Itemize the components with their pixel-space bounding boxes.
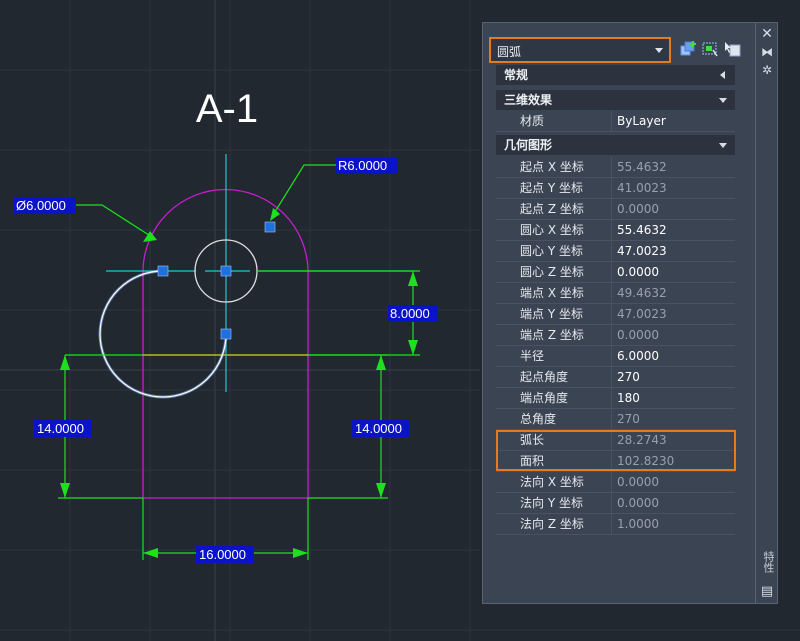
dim-right-height-text[interactable]: 14.0000 — [355, 421, 402, 436]
selected-arc[interactable] — [98, 269, 228, 399]
property-row[interactable]: 起点 Z 坐标 0.0000 — [496, 199, 735, 220]
property-row[interactable]: 材质 ByLayer — [496, 111, 735, 132]
dim-left-height-text[interactable]: 14.0000 — [37, 421, 84, 436]
palette-title: 特性 — [762, 551, 775, 573]
property-value[interactable]: 47.0023 — [613, 241, 735, 261]
property-value: 41.0023 — [613, 178, 735, 198]
palette-icon[interactable]: ▤ — [756, 585, 778, 599]
property-row[interactable]: 起点角度 270 — [496, 367, 735, 388]
property-value: 49.4632 — [613, 283, 735, 303]
dim-radius-text[interactable]: R6.0000 — [338, 158, 387, 173]
palette-title-strip: ✕ ⧓ ✲ 特性 ▤ — [756, 22, 778, 604]
property-label: 起点 Y 坐标 — [496, 178, 612, 198]
category-general[interactable]: 常规 — [496, 65, 735, 85]
grip-mid[interactable] — [264, 221, 276, 233]
object-type-value: 圆弧 — [497, 45, 522, 59]
property-label: 半径 — [496, 346, 612, 366]
property-value: 0.0000 — [613, 325, 735, 345]
property-label: 起点 Z 坐标 — [496, 199, 612, 219]
close-icon[interactable]: ✕ — [756, 27, 778, 41]
grips[interactable] — [157, 221, 276, 340]
quick-select-icon[interactable] — [701, 40, 719, 58]
property-row[interactable]: 端点角度 180 — [496, 388, 735, 409]
object-type-dropdown[interactable]: 圆弧 — [489, 37, 671, 63]
add-to-selection-icon[interactable] — [679, 40, 697, 58]
property-label: 圆心 Z 坐标 — [496, 262, 612, 282]
property-row[interactable]: 半径 6.0000 — [496, 346, 735, 367]
property-row[interactable]: 弧长 28.2743 — [496, 430, 735, 451]
property-label: 圆心 X 坐标 — [496, 220, 612, 240]
property-value[interactable]: 0.0000 — [613, 262, 735, 282]
property-value[interactable]: 55.4632 — [613, 220, 735, 240]
dimension-lines[interactable] — [58, 164, 420, 560]
property-label: 起点角度 — [496, 367, 612, 387]
property-label: 圆心 Y 坐标 — [496, 241, 612, 261]
category-geometry-label: 几何图形 — [504, 138, 553, 152]
property-row[interactable]: 起点 X 坐标 55.4632 — [496, 157, 735, 178]
dim-vertical-top-text[interactable]: 8.0000 — [390, 306, 430, 321]
category-general-label: 常规 — [504, 68, 529, 82]
property-value: 28.2743 — [613, 430, 735, 450]
property-label: 法向 X 坐标 — [496, 472, 612, 492]
property-label: 材质 — [496, 111, 612, 131]
property-label: 端点 Y 坐标 — [496, 304, 612, 324]
property-value[interactable]: 6.0000 — [613, 346, 735, 366]
property-label: 端点角度 — [496, 388, 612, 408]
properties-palette[interactable]: 圆弧 常规 三维效果 材质 ByLayer 几何图形 起点 X 坐标 55.4632… — [482, 22, 756, 604]
chevron-left-icon — [720, 71, 725, 79]
property-value: 0.0000 — [613, 472, 735, 492]
category-3d-effects[interactable]: 三维效果 — [496, 90, 735, 110]
property-label: 端点 Z 坐标 — [496, 325, 612, 345]
property-row[interactable]: 总角度 270 — [496, 409, 735, 430]
property-value: 0.0000 — [613, 199, 735, 219]
toggle-pickadd-icon[interactable] — [723, 40, 741, 58]
property-label: 法向 Z 坐标 — [496, 514, 612, 534]
property-value[interactable]: ByLayer — [613, 111, 735, 131]
property-label: 面积 — [496, 451, 612, 471]
property-value: 1.0000 — [613, 514, 735, 534]
dim-width-text[interactable]: 16.0000 — [199, 547, 246, 562]
properties-menu-icon[interactable]: ✲ — [756, 63, 778, 77]
property-value: 102.8230 — [613, 451, 735, 471]
property-row[interactable]: 法向 Y 坐标 0.0000 — [496, 493, 735, 514]
grip-end[interactable] — [157, 265, 169, 277]
grip-start[interactable] — [220, 328, 232, 340]
drawing-title: A-1 — [196, 87, 258, 131]
property-row[interactable]: 端点 Y 坐标 47.0023 — [496, 304, 735, 325]
property-row[interactable]: 端点 Z 坐标 0.0000 — [496, 325, 735, 346]
chevron-down-icon — [719, 143, 727, 148]
property-row[interactable]: 圆心 Y 坐标 47.0023 — [496, 241, 735, 262]
dimension-arrows — [60, 208, 418, 558]
property-row[interactable]: 端点 X 坐标 49.4632 — [496, 283, 735, 304]
property-value[interactable]: 180 — [613, 388, 735, 408]
property-value: 55.4632 — [613, 157, 735, 177]
property-row[interactable]: 起点 Y 坐标 41.0023 — [496, 178, 735, 199]
property-value: 0.0000 — [613, 493, 735, 513]
property-row[interactable]: 法向 Z 坐标 1.0000 — [496, 514, 735, 535]
auto-hide-icon[interactable]: ⧓ — [756, 45, 778, 59]
chevron-down-icon — [655, 48, 663, 53]
property-label: 总角度 — [496, 409, 612, 429]
dim-diameter-text[interactable]: Ø6.0000 — [16, 198, 66, 213]
category-geometry[interactable]: 几何图形 — [496, 135, 735, 155]
property-row[interactable]: 法向 X 坐标 0.0000 — [496, 472, 735, 493]
property-label: 法向 Y 坐标 — [496, 493, 612, 513]
category-3d-effects-label: 三维效果 — [504, 93, 553, 107]
property-label: 起点 X 坐标 — [496, 157, 612, 177]
grip-center[interactable] — [220, 265, 232, 277]
property-label: 弧长 — [496, 430, 612, 450]
property-value[interactable]: 270 — [613, 367, 735, 387]
property-value: 47.0023 — [613, 304, 735, 324]
property-row[interactable]: 圆心 X 坐标 55.4632 — [496, 220, 735, 241]
property-row[interactable]: 面积 102.8230 — [496, 451, 735, 472]
property-row[interactable]: 圆心 Z 坐标 0.0000 — [496, 262, 735, 283]
property-label: 端点 X 坐标 — [496, 283, 612, 303]
chevron-down-icon — [719, 98, 727, 103]
property-value: 270 — [613, 409, 735, 429]
